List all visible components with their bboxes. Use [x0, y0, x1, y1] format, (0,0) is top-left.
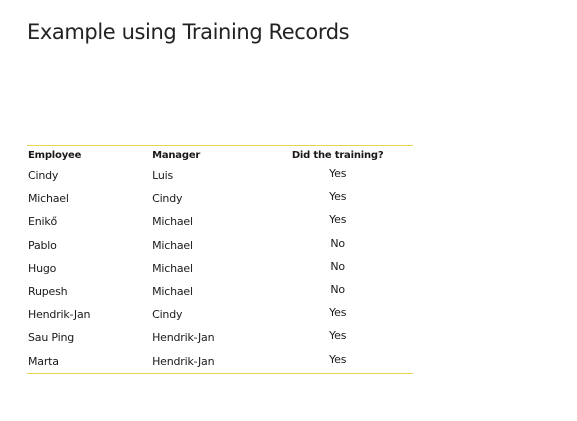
table-row: Marta Hendrik-Jan Yes: [27, 350, 413, 374]
cell-training: No: [330, 236, 345, 250]
cell-training: Yes: [329, 329, 347, 343]
cell-employee: Sau Ping: [28, 331, 74, 345]
cell-training: Yes: [329, 306, 347, 320]
cell-employee: Enikő: [28, 215, 58, 229]
cell-employee: Cindy: [28, 169, 59, 183]
cell-employee: Pablo: [28, 238, 57, 252]
cell-manager: Michael: [152, 261, 193, 275]
table-header-row: Employee Manager Did the training?: [27, 145, 413, 165]
table-row: Pablo Michael No: [27, 234, 413, 257]
cell-manager: Cindy: [152, 192, 183, 206]
table-row: Cindy Luis Yes: [27, 164, 413, 187]
cell-manager: Cindy: [152, 308, 183, 322]
cell-employee: Rupesh: [28, 285, 68, 299]
table-row: Sau Ping Hendrik-Jan Yes: [27, 326, 413, 349]
table-row: Hendrik-Jan Cindy Yes: [27, 303, 413, 326]
cell-employee: Marta: [28, 354, 59, 368]
header-training: Did the training?: [291, 150, 384, 161]
cell-manager: Hendrik-Jan: [152, 354, 215, 368]
cell-manager: Michael: [152, 285, 193, 299]
cell-training: No: [330, 259, 345, 273]
training-records-table: Employee Manager Did the training? Cindy…: [27, 145, 413, 374]
cell-training: Yes: [329, 167, 347, 180]
cell-manager: Hendrik-Jan: [152, 331, 215, 345]
cell-employee: Hendrik-Jan: [28, 308, 91, 322]
cell-training: Yes: [329, 213, 347, 227]
cell-training: No: [330, 282, 345, 296]
cell-manager: Michael: [152, 215, 193, 229]
cell-employee: Michael: [28, 192, 69, 206]
cell-employee: Hugo: [28, 261, 57, 275]
cell-training: Yes: [329, 352, 347, 366]
table-row: Hugo Michael No: [27, 257, 413, 280]
cell-manager: Michael: [152, 238, 193, 252]
table-row: Enikő Michael Yes: [27, 210, 413, 233]
table-row: Michael Cindy Yes: [27, 187, 413, 210]
header-employee: Employee: [28, 150, 82, 161]
cell-training: Yes: [329, 190, 347, 204]
cell-manager: Luis: [152, 169, 173, 183]
table-row: Rupesh Michael No: [27, 280, 413, 303]
header-manager: Manager: [152, 150, 201, 161]
slide-title: Example using Training Records: [27, 20, 350, 44]
